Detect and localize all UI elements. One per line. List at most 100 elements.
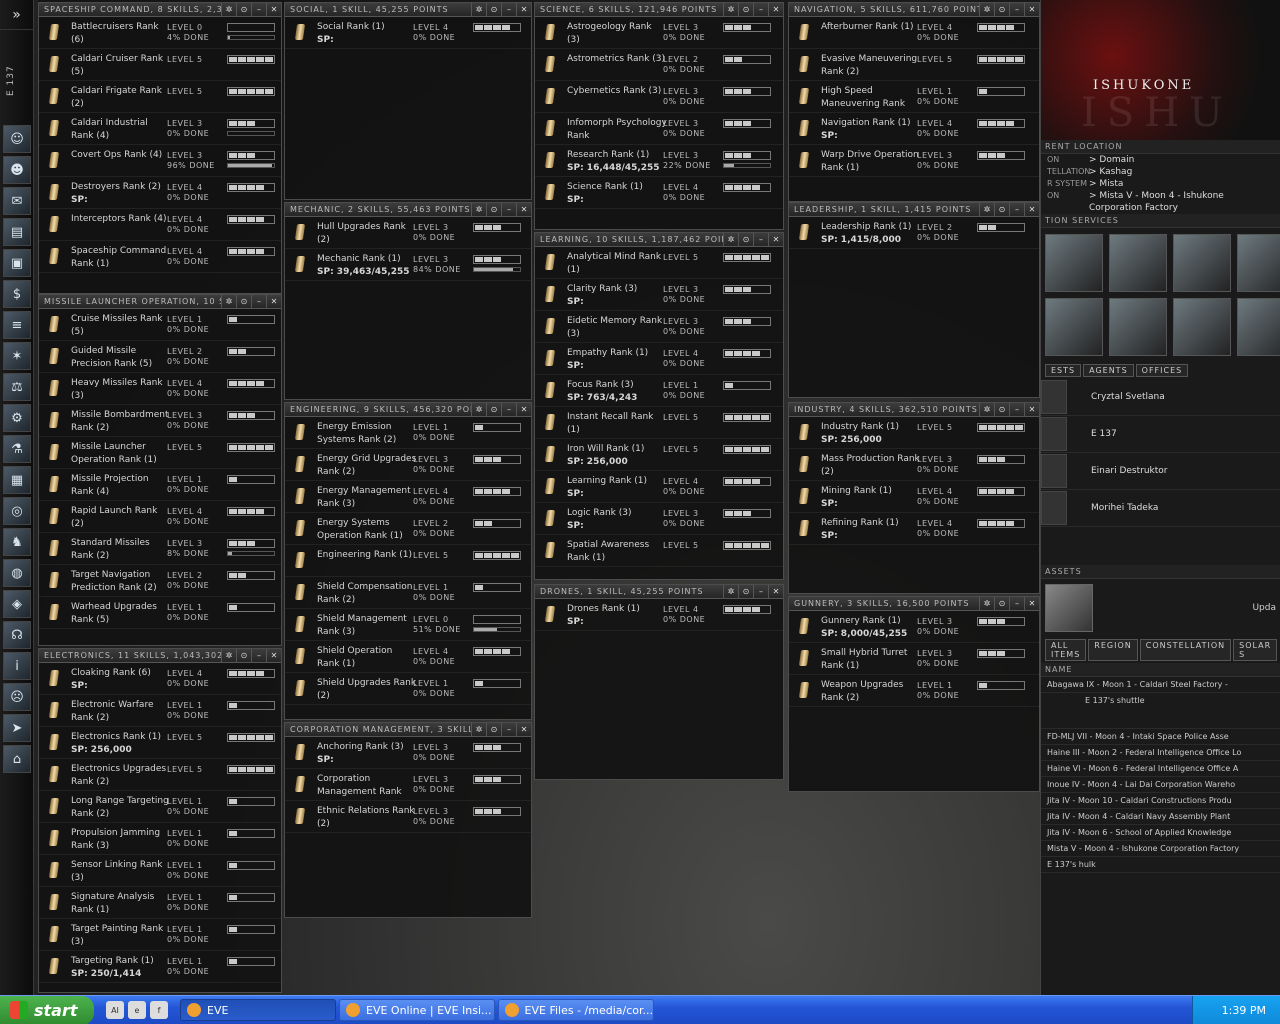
location-row[interactable]: TELLATION> Kashag bbox=[1041, 166, 1280, 178]
science-icon[interactable]: ⚗ bbox=[3, 435, 31, 463]
skill-row[interactable]: Eidetic Memory Rank (3) LEVEL 3 0% DONE bbox=[535, 311, 783, 343]
skill-row[interactable]: Caldari Frigate Rank (2) LEVEL 5 bbox=[39, 81, 281, 113]
journal-icon[interactable]: ≡ bbox=[3, 311, 31, 339]
asset-tab[interactable]: SOLAR S bbox=[1233, 639, 1278, 661]
expand-icon[interactable]: » bbox=[0, 0, 33, 30]
window-header[interactable]: MISSILE LAUNCHER OPERATION, 10 SKIL ✲ ⊙ – ✕ bbox=[39, 295, 281, 309]
options-icon[interactable]: ⊙ bbox=[486, 723, 501, 736]
skill-window[interactable]: SCIENCE, 6 SKILLS, 121,946 POINTS ✲ ⊙ – ✕ Ast… bbox=[534, 2, 784, 230]
browser-icon[interactable]: e bbox=[128, 1001, 146, 1019]
skill-row[interactable]: Infomorph Psychology Rank LEVEL 3 0% DONE bbox=[535, 113, 783, 145]
skill-row[interactable]: Energy Management Rank (3) LEVEL 4 0% DONE bbox=[285, 481, 531, 513]
close-icon[interactable]: ✕ bbox=[516, 723, 531, 736]
skill-row[interactable]: Focus Rank (3) SP: 763/4,243 LEVEL 1 0% DON… bbox=[535, 375, 783, 407]
minimize-icon[interactable]: – bbox=[251, 295, 266, 308]
agent-entry[interactable]: Einari Destruktor bbox=[1041, 453, 1280, 490]
skill-window[interactable]: NAVIGATION, 5 SKILLS, 611,760 POINTS ✲ ⊙ – ✕… bbox=[788, 2, 1040, 202]
skill-row[interactable]: Iron Will Rank (1) SP: 256,000 LEVEL 5 bbox=[535, 439, 783, 471]
repair-icon[interactable] bbox=[1045, 234, 1103, 292]
skill-row[interactable]: Social Rank (1) SP: LEVEL 4 0% DONE bbox=[285, 17, 531, 49]
minimize-icon[interactable]: – bbox=[753, 3, 768, 16]
minimize-icon[interactable]: – bbox=[753, 233, 768, 246]
asset-row[interactable]: E 137's hulk bbox=[1041, 857, 1280, 873]
window-header[interactable]: ENGINEERING, 9 SKILLS, 456,320 POINT ✲ ⊙ – ✕ bbox=[285, 403, 531, 417]
close-icon[interactable]: ✕ bbox=[516, 3, 531, 16]
skill-window[interactable]: CORPORATION MANAGEMENT, 3 SKILLS, ✲ ⊙ – ✕ Anc… bbox=[284, 722, 532, 918]
skill-row[interactable]: Propulsion Jamming Rank (3) LEVEL 1 0% DON… bbox=[39, 823, 281, 855]
pin-icon[interactable]: ✲ bbox=[471, 3, 486, 16]
skill-row[interactable]: Missile Launcher Operation Rank (1) LEVEL… bbox=[39, 437, 281, 469]
skill-window[interactable]: DRONES, 1 SKILL, 45,255 POINTS ✲ ⊙ – ✕ Drones… bbox=[534, 584, 784, 780]
skill-row[interactable]: Long Range Targeting Rank (2) LEVEL 1 0% D… bbox=[39, 791, 281, 823]
skill-row[interactable]: Clarity Rank (3) SP: LEVEL 3 0% DONE bbox=[535, 279, 783, 311]
pin-icon[interactable]: ✲ bbox=[221, 649, 236, 662]
minimize-icon[interactable]: – bbox=[1009, 203, 1024, 216]
taskbar-button[interactable]: EVE bbox=[180, 999, 336, 1021]
minimize-icon[interactable]: – bbox=[753, 585, 768, 598]
aim-icon[interactable]: AI bbox=[106, 1001, 124, 1019]
skill-row[interactable]: Instant Recall Rank (1) LEVEL 5 bbox=[535, 407, 783, 439]
pin-icon[interactable]: ✲ bbox=[221, 295, 236, 308]
asset-row[interactable]: Haine VI - Moon 6 - Federal Intelligence… bbox=[1041, 761, 1280, 777]
hangar-icon[interactable]: ⌂ bbox=[3, 745, 31, 773]
skill-row[interactable]: Research Rank (1) SP: 16,448/45,255 LEVEL … bbox=[535, 145, 783, 177]
skill-window[interactable]: SOCIAL, 1 SKILL, 45,255 POINTS ✲ ⊙ – ✕ Social… bbox=[284, 2, 532, 200]
reprocessing-icon[interactable] bbox=[1173, 234, 1231, 292]
industry-icon[interactable]: ⚙ bbox=[3, 404, 31, 432]
pin-icon[interactable]: ✲ bbox=[723, 233, 738, 246]
pin-icon[interactable]: ✲ bbox=[471, 203, 486, 216]
wallet-icon[interactable]: $ bbox=[3, 280, 31, 308]
window-header[interactable]: INDUSTRY, 4 SKILLS, 362,510 POINTS ✲ ⊙ – ✕ bbox=[789, 403, 1039, 417]
factory-icon[interactable] bbox=[1109, 298, 1167, 356]
asset-row[interactable]: Abagawa IX - Moon 1 - Caldari Steel Fact… bbox=[1041, 677, 1280, 693]
options-icon[interactable]: ⊙ bbox=[994, 3, 1009, 16]
update-button[interactable]: Upda bbox=[1252, 603, 1276, 613]
asset-row[interactable]: E 137's shuttle bbox=[1041, 693, 1280, 729]
close-icon[interactable]: ✕ bbox=[266, 3, 281, 16]
pin-icon[interactable]: ✲ bbox=[723, 585, 738, 598]
skill-row[interactable]: Learning Rank (1) SP: LEVEL 4 0% DONE bbox=[535, 471, 783, 503]
notepad-icon[interactable]: ▤ bbox=[3, 218, 31, 246]
skill-row[interactable]: Battlecruisers Rank (6) LEVEL 0 4% DONE bbox=[39, 17, 281, 49]
pin-icon[interactable]: ✲ bbox=[979, 203, 994, 216]
info-icon[interactable]: i bbox=[3, 652, 31, 680]
skill-row[interactable]: Industry Rank (1) SP: 256,000 LEVEL 5 bbox=[789, 417, 1039, 449]
taskbar-button[interactable]: EVE Online | EVE Insi... bbox=[339, 999, 495, 1021]
pin-icon[interactable]: ✲ bbox=[221, 3, 236, 16]
tab-agents[interactable]: AGENTS bbox=[1083, 364, 1134, 377]
options-icon[interactable]: ⊙ bbox=[994, 403, 1009, 416]
skill-row[interactable]: Mining Rank (1) SP: LEVEL 4 0% DONE bbox=[789, 481, 1039, 513]
skill-row[interactable]: Refining Rank (1) SP: LEVEL 4 0% DONE bbox=[789, 513, 1039, 545]
options-icon[interactable]: ⊙ bbox=[994, 597, 1009, 610]
options-icon[interactable]: ⊙ bbox=[486, 203, 501, 216]
skill-window[interactable]: INDUSTRY, 4 SKILLS, 362,510 POINTS ✲ ⊙ – ✕ In… bbox=[788, 402, 1040, 594]
close-icon[interactable]: ✕ bbox=[1024, 3, 1039, 16]
skill-row[interactable]: Target Painting Rank (3) LEVEL 1 0% DONE bbox=[39, 919, 281, 951]
window-header[interactable]: MECHANIC, 2 SKILLS, 55,463 POINTS ✲ ⊙ – ✕ bbox=[285, 203, 531, 217]
window-header[interactable]: GUNNERY, 3 SKILLS, 16,500 POINTS ✲ ⊙ – ✕ bbox=[789, 597, 1039, 611]
market-icon[interactable]: ⚖ bbox=[3, 373, 31, 401]
skill-row[interactable]: Shield Management Rank (3) LEVEL 0 51% DON… bbox=[285, 609, 531, 641]
skill-row[interactable]: Standard Missiles Rank (2) LEVEL 3 8% DONE bbox=[39, 533, 281, 565]
skill-row[interactable]: Leadership Rank (1) SP: 1,415/8,000 LEVEL … bbox=[789, 217, 1039, 249]
skill-row[interactable]: Shield Operation Rank (1) LEVEL 4 0% DONE bbox=[285, 641, 531, 673]
skill-row[interactable]: Guided Missile Precision Rank (5) LEVEL 2… bbox=[39, 341, 281, 373]
mail-icon[interactable]: ✉ bbox=[3, 187, 31, 215]
options-icon[interactable]: ⊙ bbox=[236, 295, 251, 308]
window-header[interactable]: ELECTRONICS, 11 SKILLS, 1,043,302 P ✲ ⊙ – ✕ bbox=[39, 649, 281, 663]
help-icon[interactable]: ◎ bbox=[3, 497, 31, 525]
market-icon[interactable] bbox=[1237, 234, 1280, 292]
agent-entry[interactable]: Morihei Tadeka bbox=[1041, 490, 1280, 527]
firefox-icon[interactable]: f bbox=[150, 1001, 168, 1019]
location-row[interactable]: Corporation Factory bbox=[1041, 202, 1280, 214]
skill-row[interactable]: Spatial Awareness Rank (1) LEVEL 5 bbox=[535, 535, 783, 567]
ship-repair-icon[interactable] bbox=[1237, 298, 1280, 356]
window-header[interactable]: SCIENCE, 6 SKILLS, 121,946 POINTS ✲ ⊙ – ✕ bbox=[535, 3, 783, 17]
skill-window[interactable]: LEARNING, 10 SKILLS, 1,187,462 POINT ✲ ⊙ – ✕… bbox=[534, 232, 784, 580]
skill-window[interactable]: SPACESHIP COMMAND, 8 SKILLS, 2,316 ✲ ⊙ – ✕ Ba… bbox=[38, 2, 282, 294]
asset-tab[interactable]: CONSTELLATION bbox=[1139, 639, 1232, 661]
skill-row[interactable]: Small Hybrid Turret Rank (1) LEVEL 3 0% DO… bbox=[789, 643, 1039, 675]
skill-row[interactable]: Caldari Industrial Rank (4) LEVEL 3 0% DON… bbox=[39, 113, 281, 145]
skill-row[interactable]: Weapon Upgrades Rank (2) LEVEL 1 0% DONE bbox=[789, 675, 1039, 707]
skill-row[interactable]: Afterburner Rank (1) LEVEL 4 0% DONE bbox=[789, 17, 1039, 49]
